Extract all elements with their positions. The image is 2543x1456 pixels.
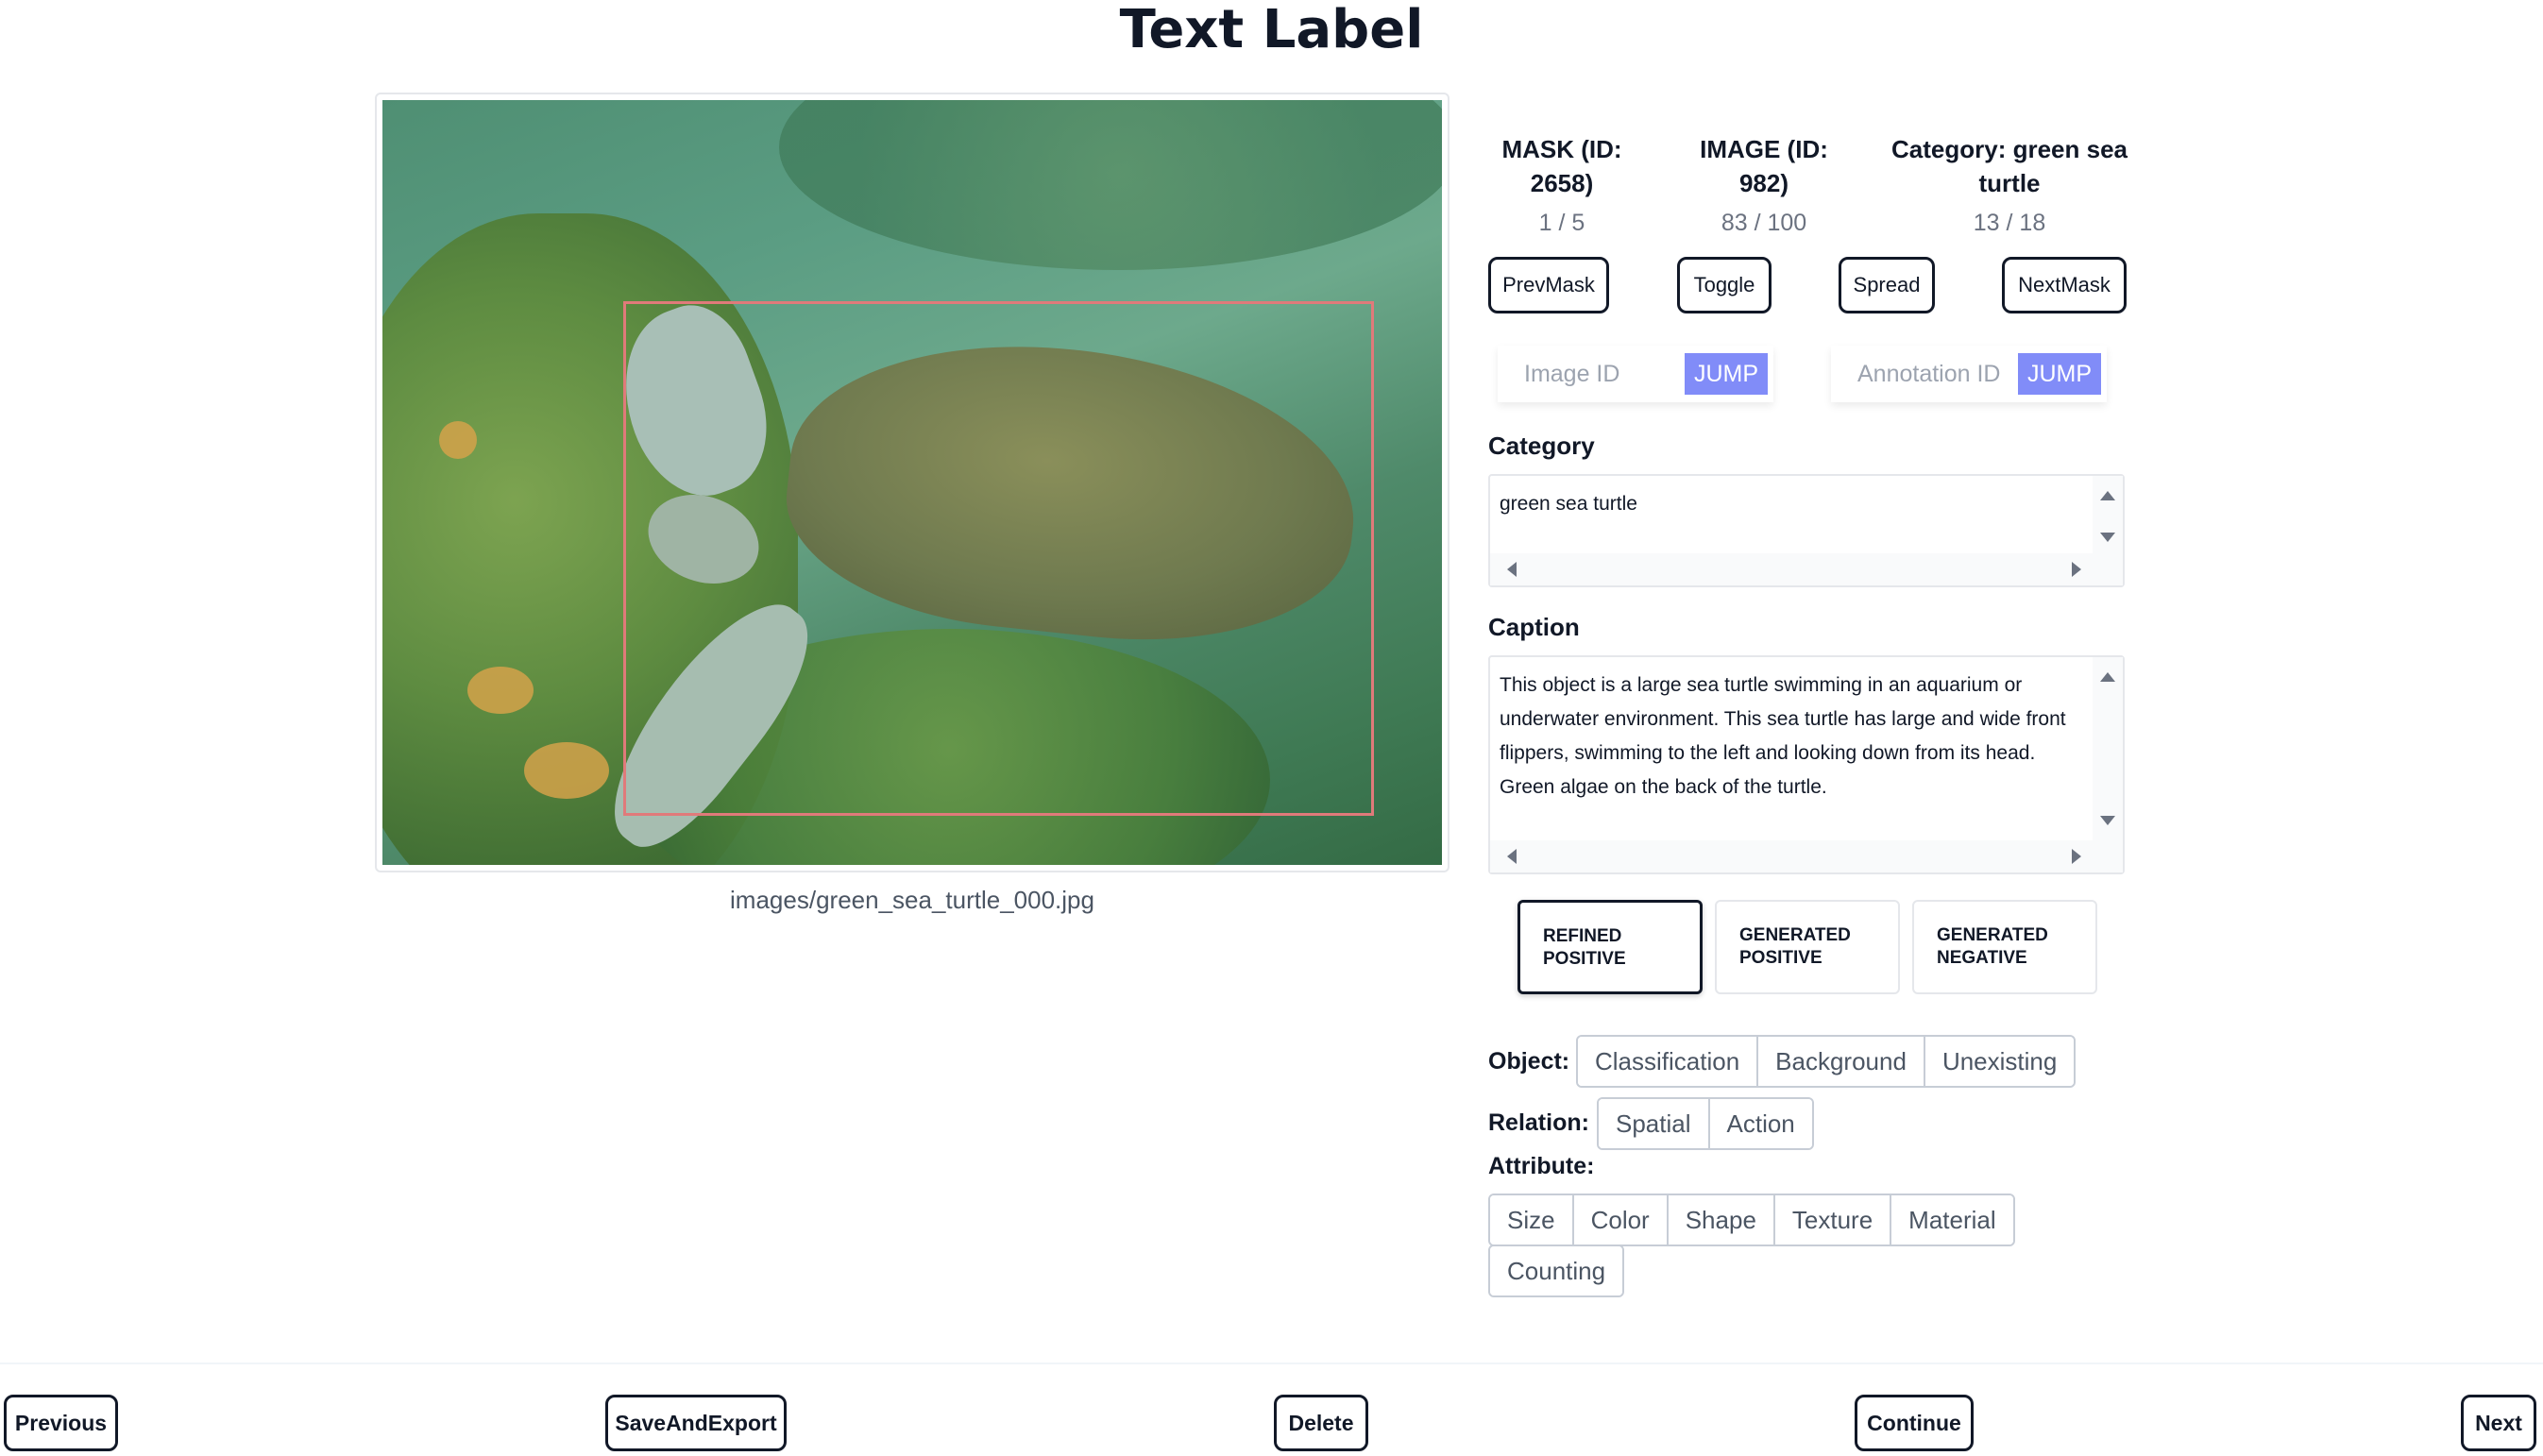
scroll-up-icon[interactable]: [2100, 672, 2115, 682]
category-textarea[interactable]: green sea turtle: [1488, 474, 2125, 587]
mask-bounding-box[interactable]: [623, 301, 1374, 816]
chip-material[interactable]: Material: [1891, 1195, 2013, 1244]
attribute-label: Attribute:: [1488, 1153, 1595, 1179]
scroll-up-icon[interactable]: [2100, 491, 2115, 500]
next-mask-button[interactable]: NextMask: [2002, 257, 2127, 313]
page-title: Text Label: [1119, 0, 1424, 60]
annotation-id-jump: Annotation ID JUMP: [1831, 346, 2107, 402]
attribute-chip-group: Size Color Shape Texture Material: [1488, 1194, 2015, 1246]
chip-background[interactable]: Background: [1758, 1037, 1925, 1086]
annotation-jump-button[interactable]: JUMP: [2017, 353, 2101, 395]
toggle-button[interactable]: Toggle: [1677, 257, 1772, 313]
vertical-scrollbar[interactable]: [2093, 657, 2123, 840]
mask-info: MASK (ID: 2658) 1 / 5: [1488, 132, 1636, 237]
chip-action[interactable]: Action: [1709, 1099, 1812, 1148]
image-frame: [375, 93, 1450, 872]
scroll-down-icon[interactable]: [2100, 816, 2115, 825]
vertical-scrollbar[interactable]: [2093, 476, 2123, 553]
footer-divider: [0, 1363, 2543, 1364]
image-id-jump: Image ID JUMP: [1498, 346, 1773, 402]
chip-shape[interactable]: Shape: [1668, 1195, 1775, 1244]
scroll-down-icon[interactable]: [2100, 533, 2115, 542]
chip-counting[interactable]: Counting: [1490, 1246, 1623, 1295]
image-path: images/green_sea_turtle_000.jpg: [730, 886, 1094, 914]
horizontal-scrollbar[interactable]: [1490, 553, 2123, 585]
image-id-input[interactable]: Image ID: [1524, 361, 1619, 388]
continue-button[interactable]: Continue: [1855, 1395, 1974, 1451]
generated-positive-card[interactable]: GENERATED POSITIVE: [1715, 900, 1900, 994]
chip-texture[interactable]: Texture: [1774, 1195, 1892, 1244]
image-jump-button[interactable]: JUMP: [1684, 353, 1768, 395]
scroll-left-icon[interactable]: [1507, 562, 1517, 577]
category-info-count: 13 / 18: [1973, 210, 2046, 236]
category-info-title: Category: green sea turtle: [1891, 135, 2128, 197]
card-line2: NEGATIVE: [1937, 948, 2027, 968]
category-text: green sea turtle: [1500, 493, 1637, 515]
delete-button[interactable]: Delete: [1274, 1395, 1368, 1451]
image-info: IMAGE (ID: 982) 83 / 100: [1690, 132, 1838, 237]
attribute-chip-group-row2: Counting: [1488, 1244, 1625, 1297]
horizontal-scrollbar[interactable]: [1490, 840, 2123, 872]
image-info-count: 83 / 100: [1721, 210, 1807, 236]
card-line1: GENERATED: [1739, 925, 1851, 945]
refined-positive-card[interactable]: REFINED POSITIVE: [1517, 900, 1703, 994]
save-and-export-button[interactable]: SaveAndExport: [605, 1395, 787, 1451]
object-label: Object:: [1488, 1048, 1570, 1075]
scroll-right-icon[interactable]: [2072, 849, 2081, 864]
card-line2: POSITIVE: [1543, 949, 1626, 969]
caption-label: Caption: [1488, 613, 1580, 641]
card-line1: REFINED: [1543, 926, 1622, 946]
chip-color[interactable]: Color: [1573, 1195, 1669, 1244]
caption-text: This object is a large sea turtle swimmi…: [1500, 674, 2066, 798]
scroll-left-icon[interactable]: [1507, 849, 1517, 864]
chip-size[interactable]: Size: [1490, 1195, 1574, 1244]
image-coral: [467, 667, 534, 714]
card-line2: POSITIVE: [1739, 948, 1822, 968]
image-coral: [524, 742, 609, 799]
mask-info-count: 1 / 5: [1538, 210, 1585, 236]
annotated-image: [382, 100, 1442, 865]
category-label: Category: [1488, 432, 1595, 460]
next-button[interactable]: Next: [2461, 1395, 2536, 1451]
chip-classification[interactable]: Classification: [1578, 1037, 1759, 1086]
scroll-right-icon[interactable]: [2072, 562, 2081, 577]
relation-label: Relation:: [1488, 1109, 1589, 1136]
caption-textarea[interactable]: This object is a large sea turtle swimmi…: [1488, 655, 2125, 874]
chip-spatial[interactable]: Spatial: [1599, 1099, 1710, 1148]
spread-button[interactable]: Spread: [1839, 257, 1935, 313]
relation-chip-group: Spatial Action: [1597, 1097, 1814, 1150]
previous-button[interactable]: Previous: [4, 1395, 118, 1451]
image-background-rock: [779, 100, 1442, 270]
object-chip-group: Classification Background Unexisting: [1576, 1035, 2077, 1088]
card-line1: GENERATED: [1937, 925, 2048, 945]
image-info-title: IMAGE (ID: 982): [1700, 135, 1828, 197]
generated-negative-card[interactable]: GENERATED NEGATIVE: [1912, 900, 2097, 994]
chip-unexisting[interactable]: Unexisting: [1924, 1037, 2075, 1086]
image-coral: [439, 421, 477, 459]
prev-mask-button[interactable]: PrevMask: [1488, 257, 1609, 313]
annotation-id-input[interactable]: Annotation ID: [1857, 361, 2001, 388]
mask-info-title: MASK (ID: 2658): [1501, 135, 1622, 197]
category-info: Category: green sea turtle 13 / 18: [1877, 132, 2142, 237]
